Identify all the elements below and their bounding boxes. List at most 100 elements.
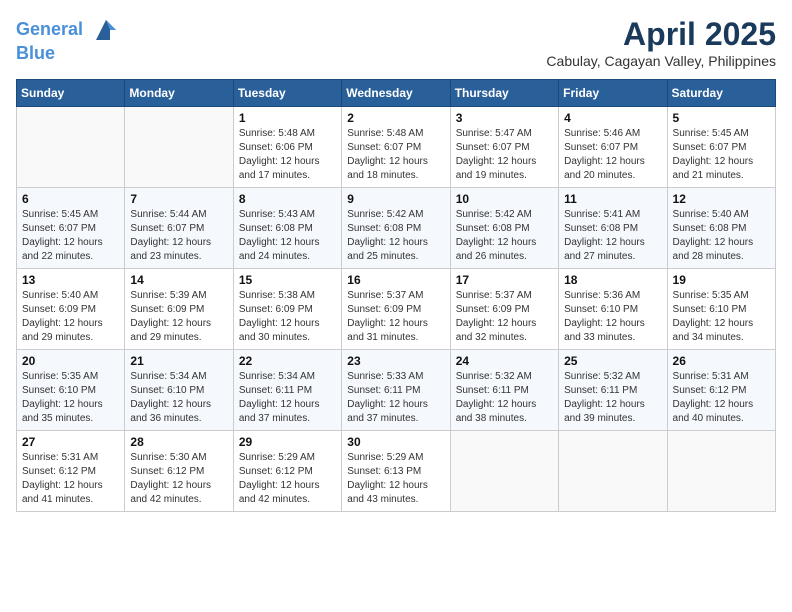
day-number: 20 [22,354,119,368]
day-number: 9 [347,192,444,206]
calendar-body: 1 Sunrise: 5:48 AM Sunset: 6:06 PM Daylig… [17,107,776,512]
month-year: April 2025 [546,16,776,53]
calendar-cell: 12Sunrise: 5:40 AM Sunset: 6:08 PM Dayli… [667,188,775,269]
calendar-cell: 9 Sunrise: 5:42 AM Sunset: 6:08 PM Daylig… [342,188,450,269]
day-number: 7 [130,192,227,206]
day-number: 4 [564,111,661,125]
calendar-cell: 21 Sunrise: 5:34 AM Sunset: 6:10 PM Dayli… [125,350,233,431]
weekday-header-wednesday: Wednesday [342,80,450,107]
day-number: 24 [456,354,553,368]
day-number: 17 [456,273,553,287]
weekday-header-monday: Monday [125,80,233,107]
cell-info: Sunrise: 5:44 AM Sunset: 6:07 PM Dayligh… [130,208,227,264]
calendar-cell [125,107,233,188]
day-number: 22 [239,354,336,368]
calendar-cell: 10 Sunrise: 5:42 AM Sunset: 6:08 PM Dayli… [450,188,558,269]
calendar-cell: 3 Sunrise: 5:47 AM Sunset: 6:07 PM Daylig… [450,107,558,188]
calendar-week-5: 27Sunrise: 5:31 AM Sunset: 6:12 PM Dayli… [17,431,776,512]
day-number: 23 [347,354,444,368]
cell-info: Sunrise: 5:33 AM Sunset: 6:11 PM Dayligh… [347,370,444,426]
day-number: 30 [347,435,444,449]
calendar-cell: 30 Sunrise: 5:29 AM Sunset: 6:13 PM Dayli… [342,431,450,512]
cell-info: Sunrise: 5:42 AM Sunset: 6:08 PM Dayligh… [456,208,553,264]
calendar-table: SundayMondayTuesdayWednesdayThursdayFrid… [16,79,776,512]
weekday-header-saturday: Saturday [667,80,775,107]
weekday-header-sunday: Sunday [17,80,125,107]
logo-blue: Blue [16,44,120,64]
cell-info: Sunrise: 5:48 AM Sunset: 6:07 PM Dayligh… [347,127,444,183]
cell-info: Sunrise: 5:47 AM Sunset: 6:07 PM Dayligh… [456,127,553,183]
day-number: 12 [673,192,770,206]
day-number: 21 [130,354,227,368]
calendar-week-4: 20 Sunrise: 5:35 AM Sunset: 6:10 PM Dayli… [17,350,776,431]
logo: General Blue [16,16,120,64]
cell-info: Sunrise: 5:37 AM Sunset: 6:09 PM Dayligh… [456,289,553,345]
day-number: 6 [22,192,119,206]
weekday-header-tuesday: Tuesday [233,80,341,107]
calendar-week-2: 6 Sunrise: 5:45 AM Sunset: 6:07 PM Daylig… [17,188,776,269]
cell-info: Sunrise: 5:45 AM Sunset: 6:07 PM Dayligh… [673,127,770,183]
calendar-cell [17,107,125,188]
cell-info: Sunrise: 5:40 AM Sunset: 6:09 PM Dayligh… [22,289,119,345]
cell-info: Sunrise: 5:43 AM Sunset: 6:08 PM Dayligh… [239,208,336,264]
day-number: 14 [130,273,227,287]
calendar-cell: 18 Sunrise: 5:36 AM Sunset: 6:10 PM Dayli… [559,269,667,350]
location: Cabulay, Cagayan Valley, Philippines [546,53,776,69]
cell-info: Sunrise: 5:42 AM Sunset: 6:08 PM Dayligh… [347,208,444,264]
day-number: 18 [564,273,661,287]
day-number: 26 [673,354,770,368]
cell-info: Sunrise: 5:31 AM Sunset: 6:12 PM Dayligh… [673,370,770,426]
calendar-cell: 5 Sunrise: 5:45 AM Sunset: 6:07 PM Daylig… [667,107,775,188]
cell-info: Sunrise: 5:48 AM Sunset: 6:06 PM Dayligh… [239,127,336,183]
weekday-header-row: SundayMondayTuesdayWednesdayThursdayFrid… [17,80,776,107]
cell-info: Sunrise: 5:31 AM Sunset: 6:12 PM Dayligh… [22,451,119,507]
calendar-cell: 16Sunrise: 5:37 AM Sunset: 6:09 PM Dayli… [342,269,450,350]
calendar-cell: 22 Sunrise: 5:34 AM Sunset: 6:11 PM Dayli… [233,350,341,431]
cell-info: Sunrise: 5:35 AM Sunset: 6:10 PM Dayligh… [22,370,119,426]
calendar-week-3: 13 Sunrise: 5:40 AM Sunset: 6:09 PM Dayli… [17,269,776,350]
cell-info: Sunrise: 5:35 AM Sunset: 6:10 PM Dayligh… [673,289,770,345]
cell-info: Sunrise: 5:39 AM Sunset: 6:09 PM Dayligh… [130,289,227,345]
calendar-cell: 20 Sunrise: 5:35 AM Sunset: 6:10 PM Dayli… [17,350,125,431]
cell-info: Sunrise: 5:34 AM Sunset: 6:10 PM Dayligh… [130,370,227,426]
cell-info: Sunrise: 5:29 AM Sunset: 6:13 PM Dayligh… [347,451,444,507]
calendar-cell: 7 Sunrise: 5:44 AM Sunset: 6:07 PM Daylig… [125,188,233,269]
cell-info: Sunrise: 5:38 AM Sunset: 6:09 PM Dayligh… [239,289,336,345]
calendar-cell: 6 Sunrise: 5:45 AM Sunset: 6:07 PM Daylig… [17,188,125,269]
calendar-cell [559,431,667,512]
cell-info: Sunrise: 5:41 AM Sunset: 6:08 PM Dayligh… [564,208,661,264]
calendar-cell [667,431,775,512]
title-block: April 2025 Cabulay, Cagayan Valley, Phil… [546,16,776,69]
cell-info: Sunrise: 5:46 AM Sunset: 6:07 PM Dayligh… [564,127,661,183]
page-header: General Blue April 2025 Cabulay, Cagayan… [16,16,776,69]
cell-info: Sunrise: 5:32 AM Sunset: 6:11 PM Dayligh… [564,370,661,426]
calendar-cell: 14 Sunrise: 5:39 AM Sunset: 6:09 PM Dayli… [125,269,233,350]
calendar-cell: 23 Sunrise: 5:33 AM Sunset: 6:11 PM Dayli… [342,350,450,431]
calendar-cell: 1 Sunrise: 5:48 AM Sunset: 6:06 PM Daylig… [233,107,341,188]
day-number: 11 [564,192,661,206]
day-number: 13 [22,273,119,287]
day-number: 19 [673,273,770,287]
logo-general: General [16,19,83,39]
weekday-header-friday: Friday [559,80,667,107]
calendar-cell: 17 Sunrise: 5:37 AM Sunset: 6:09 PM Dayli… [450,269,558,350]
calendar-week-1: 1 Sunrise: 5:48 AM Sunset: 6:06 PM Daylig… [17,107,776,188]
calendar-cell: 25Sunrise: 5:32 AM Sunset: 6:11 PM Dayli… [559,350,667,431]
cell-info: Sunrise: 5:32 AM Sunset: 6:11 PM Dayligh… [456,370,553,426]
calendar-cell: 13 Sunrise: 5:40 AM Sunset: 6:09 PM Dayli… [17,269,125,350]
cell-info: Sunrise: 5:29 AM Sunset: 6:12 PM Dayligh… [239,451,336,507]
day-number: 5 [673,111,770,125]
cell-info: Sunrise: 5:30 AM Sunset: 6:12 PM Dayligh… [130,451,227,507]
cell-info: Sunrise: 5:34 AM Sunset: 6:11 PM Dayligh… [239,370,336,426]
cell-info: Sunrise: 5:37 AM Sunset: 6:09 PM Dayligh… [347,289,444,345]
day-number: 2 [347,111,444,125]
cell-info: Sunrise: 5:45 AM Sunset: 6:07 PM Dayligh… [22,208,119,264]
cell-info: Sunrise: 5:36 AM Sunset: 6:10 PM Dayligh… [564,289,661,345]
day-number: 3 [456,111,553,125]
day-number: 10 [456,192,553,206]
day-number: 8 [239,192,336,206]
calendar-cell: 15Sunrise: 5:38 AM Sunset: 6:09 PM Dayli… [233,269,341,350]
calendar-cell: 4 Sunrise: 5:46 AM Sunset: 6:07 PM Daylig… [559,107,667,188]
weekday-header-thursday: Thursday [450,80,558,107]
day-number: 1 [239,111,336,125]
